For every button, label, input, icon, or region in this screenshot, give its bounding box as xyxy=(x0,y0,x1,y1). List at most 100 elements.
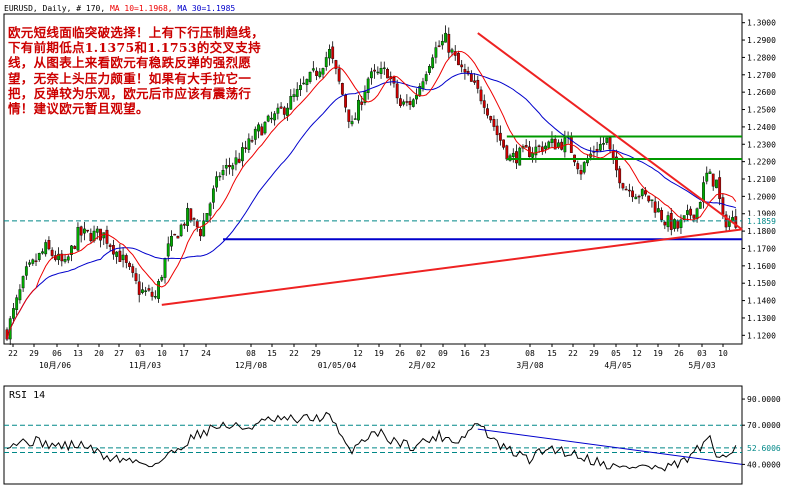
candle xyxy=(344,95,347,108)
candle xyxy=(170,235,173,247)
candle xyxy=(105,229,109,244)
candle xyxy=(208,203,212,216)
candle xyxy=(366,78,370,93)
candle xyxy=(302,82,306,85)
price-tick-label: 1.2200 xyxy=(747,158,776,167)
candle xyxy=(299,85,302,90)
candle xyxy=(460,64,464,68)
candle xyxy=(141,289,144,293)
candle xyxy=(495,125,499,136)
candle xyxy=(373,69,377,72)
rsi-tick-label: 90.0000 xyxy=(747,395,781,404)
candle xyxy=(257,124,260,132)
price-tick-label: 1.1200 xyxy=(747,331,776,340)
price-tick-label: 1.1700 xyxy=(747,244,776,253)
candle xyxy=(676,220,680,229)
candle xyxy=(250,140,254,142)
candle xyxy=(253,128,257,140)
candle xyxy=(24,266,28,276)
candle xyxy=(511,152,515,157)
price-tick-label: 1.1400 xyxy=(747,297,776,306)
candle xyxy=(286,107,289,117)
candle xyxy=(537,145,541,147)
current-price-label: 1.1859 xyxy=(747,217,776,226)
x-day-label: 02 xyxy=(416,349,426,358)
candle xyxy=(479,89,483,102)
rsi-panel xyxy=(3,385,743,485)
candle xyxy=(218,175,222,178)
x-day-label: 13 xyxy=(73,349,83,358)
chart-header: EURUSD, Daily, # 170, MA 10=1.1968, MA 3… xyxy=(4,4,235,13)
candle xyxy=(41,251,44,254)
candle xyxy=(331,46,335,59)
candle xyxy=(515,151,518,164)
candle xyxy=(176,236,180,239)
candle xyxy=(224,164,228,169)
price-tick-label: 1.1800 xyxy=(747,227,776,236)
candle xyxy=(440,41,444,46)
header-ma30: MA 30=1.1985 xyxy=(173,4,236,13)
candle xyxy=(279,106,283,109)
candle xyxy=(28,262,31,265)
candle xyxy=(718,177,722,199)
candle xyxy=(34,260,38,262)
x-day-label: 05 xyxy=(611,349,621,358)
candle xyxy=(108,244,112,247)
candle xyxy=(618,168,622,184)
candle xyxy=(644,190,647,195)
candle xyxy=(637,195,641,198)
x-day-label: 15 xyxy=(547,349,557,358)
candle xyxy=(653,201,657,213)
candle xyxy=(160,276,164,281)
candle xyxy=(347,109,351,122)
header-symbol: EURUSD xyxy=(4,4,33,13)
candle xyxy=(273,113,277,121)
candle xyxy=(379,68,383,74)
price-tick-label: 1.2900 xyxy=(747,36,776,45)
candle xyxy=(282,107,286,115)
candle xyxy=(640,189,644,197)
candle xyxy=(360,101,364,105)
candle xyxy=(99,228,102,241)
x-month-label: 01/05/04 xyxy=(318,361,357,370)
x-day-label: 29 xyxy=(311,349,321,358)
candle xyxy=(318,71,322,77)
candle xyxy=(705,172,709,182)
candle xyxy=(340,83,344,95)
candle xyxy=(518,147,522,166)
x-month-label: 3月/08 xyxy=(516,361,543,370)
candle xyxy=(405,101,409,103)
candle xyxy=(476,79,480,89)
candle xyxy=(328,49,331,59)
candle xyxy=(721,197,725,215)
candle xyxy=(115,251,119,257)
price-tick-label: 1.2700 xyxy=(747,71,776,80)
candle xyxy=(353,118,357,120)
candle xyxy=(627,189,631,192)
candle xyxy=(182,223,186,226)
candle xyxy=(231,165,235,170)
candle xyxy=(82,228,86,234)
candle xyxy=(15,297,19,310)
candle xyxy=(124,255,128,263)
candle xyxy=(450,49,454,53)
x-day-label: 08 xyxy=(525,349,535,358)
candle xyxy=(50,249,54,256)
price-tick-label: 1.3000 xyxy=(747,19,776,28)
candle xyxy=(121,254,125,261)
candle xyxy=(241,147,244,162)
candle xyxy=(266,115,270,122)
candle xyxy=(73,246,77,249)
candle xyxy=(711,173,715,187)
x-day-label: 26 xyxy=(395,349,405,358)
candle xyxy=(221,169,225,176)
x-day-label: 19 xyxy=(653,349,663,358)
candle xyxy=(192,218,196,220)
candle xyxy=(544,145,547,150)
candle xyxy=(621,183,625,189)
x-month-label: 5月/03 xyxy=(688,361,715,370)
candle xyxy=(44,242,48,255)
candle xyxy=(505,145,509,160)
candle xyxy=(131,266,135,273)
candle xyxy=(424,74,428,82)
